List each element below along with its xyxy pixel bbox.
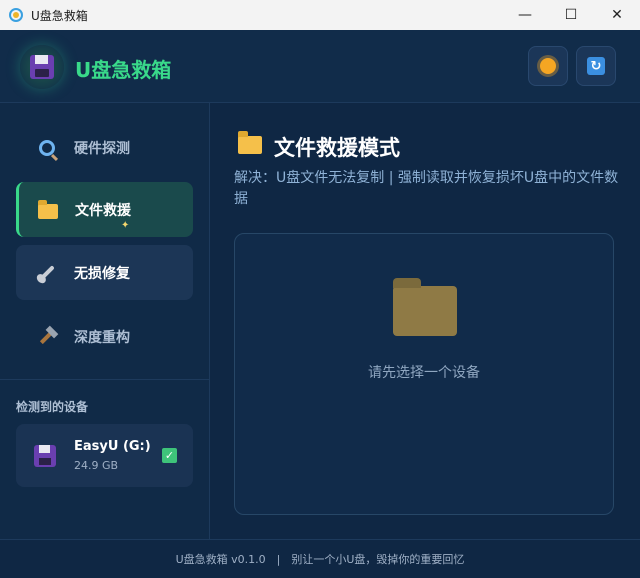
- devices-heading: 检测到的设备: [16, 400, 89, 414]
- sparkle-icon: ✦: [121, 220, 130, 231]
- device-name: EasyU (G:): [74, 439, 151, 454]
- page-title: 文件救援模式: [274, 136, 400, 160]
- hammer-icon: [39, 329, 55, 344]
- window-titlebar: U盘急救箱 — ☐ ✕: [0, 0, 640, 30]
- sidebar-item-file-rescue[interactable]: 文件救援 ✦: [16, 182, 193, 237]
- window-title: U盘急救箱: [31, 8, 88, 23]
- device-size: 24.9 GB: [74, 459, 119, 472]
- app-icon: [9, 8, 23, 22]
- device-item[interactable]: EasyU (G:) 24.9 GB ✓: [16, 424, 193, 487]
- folder-icon: [38, 199, 58, 219]
- main-panel: 文件救援模式 解决：U盘文件无法复制 | 强制读取并恢复损坏U盘中的文件数据 请…: [210, 103, 640, 539]
- wrench-icon: [39, 264, 55, 281]
- sidebar-item-label: 文件救援: [75, 202, 131, 219]
- sidebar-divider: [0, 379, 209, 380]
- sidebar-item-label: 深度重构: [74, 329, 130, 346]
- empty-state-text: 请先选择一个设备: [368, 365, 480, 381]
- sidebar-item-label: 无损修复: [74, 265, 130, 282]
- sun-icon: [540, 58, 556, 74]
- app-logo: [20, 45, 64, 89]
- app-header: U盘急救箱 ↻: [0, 30, 640, 103]
- sidebar: 硬件探测 文件救援 ✦ 无损修复 深度重构 检测到的设备 EasyU (G:) …: [0, 103, 210, 539]
- minimize-button[interactable]: —: [502, 0, 548, 30]
- sidebar-item-label: 硬件探测: [74, 140, 130, 157]
- selected-check-icon[interactable]: ✓: [162, 448, 177, 463]
- brand-title: U盘急救箱: [75, 58, 172, 82]
- footer: U盘急救箱 v0.1.0 | 别让一个小U盘，毁掉你的重要回忆: [0, 539, 640, 578]
- page-description: 解决：U盘文件无法复制 | 强制读取并恢复损坏U盘中的文件数据: [234, 170, 619, 207]
- refresh-button[interactable]: ↻: [576, 46, 616, 86]
- maximize-button[interactable]: ☐: [548, 0, 594, 30]
- window-controls: — ☐ ✕: [502, 0, 640, 30]
- folder-icon: [238, 131, 262, 154]
- sidebar-item-hardware-detect[interactable]: 硬件探测: [16, 120, 193, 175]
- floppy-disk-icon: [30, 55, 54, 79]
- sidebar-item-lossless-repair[interactable]: 无损修复: [16, 245, 193, 300]
- close-button[interactable]: ✕: [594, 0, 640, 30]
- sidebar-item-deep-rebuild[interactable]: 深度重构: [16, 309, 193, 364]
- empty-state-panel: 请先选择一个设备: [234, 233, 614, 515]
- theme-toggle-button[interactable]: [528, 46, 568, 86]
- magnifier-icon: [39, 139, 55, 156]
- folder-icon: [393, 278, 457, 336]
- floppy-disk-icon: [34, 445, 56, 467]
- refresh-icon: ↻: [587, 57, 605, 75]
